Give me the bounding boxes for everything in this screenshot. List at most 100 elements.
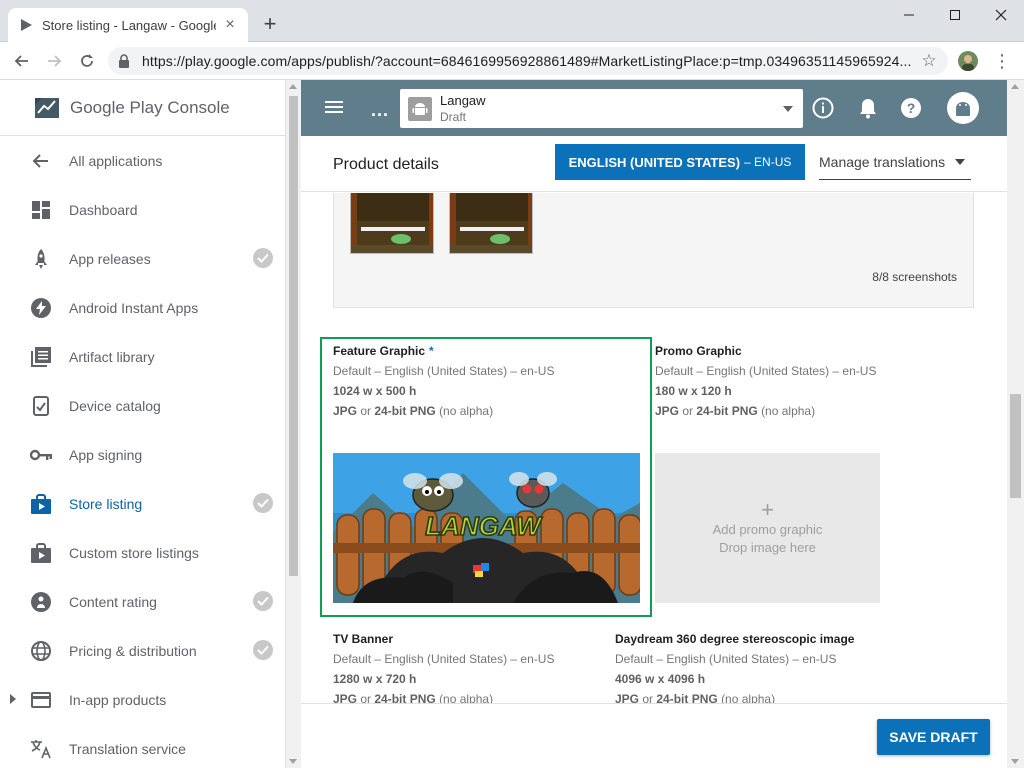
manage-translations-label: Manage translations (819, 153, 946, 170)
breadcrumb-ellipsis[interactable]: ... (371, 100, 389, 121)
minimize-icon[interactable] (886, 0, 932, 30)
custom-store-icon (30, 542, 52, 564)
url-text: https://play.google.com/apps/publish/?ac… (142, 53, 912, 69)
key-icon (30, 444, 52, 466)
maximize-icon[interactable] (932, 0, 978, 30)
sidebar-item-pricing-distribution[interactable]: Pricing & distribution (0, 626, 285, 675)
check-icon (253, 591, 273, 611)
sidebar-item-device-catalog[interactable]: Device catalog (0, 381, 285, 430)
app-bar: ... Langaw Draft ? (301, 80, 1007, 136)
promo-graphic-info: Promo Graphic Default – English (United … (655, 341, 876, 421)
sidebar-item-android-instant-apps[interactable]: Android Instant Apps (0, 283, 285, 332)
sidebar-item-app-releases[interactable]: App releases (0, 234, 285, 283)
screenshot-thumbnail[interactable] (449, 193, 533, 254)
save-draft-button[interactable]: SAVE DRAFT (877, 719, 990, 755)
tv-banner-locale: Default – English (United States) – en-U… (333, 652, 555, 666)
back-icon[interactable] (10, 49, 34, 73)
sidebar-item-label: Device catalog (69, 397, 161, 414)
rating-icon (30, 591, 52, 613)
language-label: ENGLISH (UNITED STATES) (568, 154, 741, 170)
app-selector[interactable]: Langaw Draft (400, 89, 803, 128)
app-status: Draft (440, 109, 467, 124)
feature-graphic-size: 1024 w x 500 h (333, 384, 417, 398)
bolt-icon (30, 297, 52, 319)
rocket-icon (30, 248, 52, 270)
logo-brand: Google Play (70, 97, 163, 117)
account-avatar[interactable] (947, 92, 979, 124)
translate-icon (30, 738, 52, 760)
format-jpg: JPG (333, 404, 358, 418)
help-icon[interactable]: ? (899, 96, 923, 120)
sidebar-item-dashboard[interactable]: Dashboard (0, 185, 285, 234)
browser-menu-icon[interactable]: ⋮ (992, 51, 1012, 71)
format-note: (no alpha) (439, 404, 494, 418)
logo-product: Console (167, 97, 230, 117)
sidebar-scrollbar[interactable] (286, 80, 301, 768)
sidebar-item-content-rating[interactable]: Content rating (0, 577, 285, 626)
promo-graphic-dropzone[interactable]: + Add promo graphic Drop image here (655, 453, 880, 603)
sidebar-scroll-thumb[interactable] (289, 96, 298, 576)
main-scroll-thumb[interactable] (1010, 394, 1021, 498)
menu-icon[interactable] (325, 98, 345, 118)
sidebar-item-store-listing[interactable]: Store listing (0, 479, 285, 528)
feature-graphic-text: LANGAW (425, 511, 543, 541)
sidebar-item-label: Pricing & distribution (69, 642, 197, 659)
promo-drop-line2: Drop image here (719, 540, 816, 555)
sidebar-item-label: Custom store listings (69, 544, 199, 561)
format-png: 24-bit PNG (374, 404, 436, 418)
sidebar-item-app-signing[interactable]: App signing (0, 430, 285, 479)
sidebar-item-in-app-products[interactable]: In-app products (0, 675, 285, 724)
format-note: (no alpha) (439, 692, 494, 703)
page-title: Product details (333, 156, 439, 173)
notifications-bell-icon[interactable] (856, 96, 880, 120)
format-jpg: JPG (333, 692, 358, 703)
footer-bar: SAVE DRAFT (301, 703, 1007, 768)
sidebar-item-custom-store-listings[interactable]: Custom store listings (0, 528, 285, 577)
sidebar-item-label: Translation service (69, 740, 186, 757)
screenshots-panel: 8/8 screenshots (333, 193, 974, 308)
format-jpg: JPG (615, 692, 640, 703)
play-console-logo[interactable]: Google Play Console (0, 80, 285, 136)
card-icon (30, 689, 52, 711)
scroll-up-icon[interactable] (289, 84, 297, 89)
scroll-up-icon[interactable] (1011, 84, 1019, 89)
format-note: (no alpha) (721, 692, 776, 703)
tab-close-icon[interactable]: × (222, 17, 238, 33)
feature-graphic-image[interactable]: LANGAW (333, 453, 640, 603)
expand-arrow-icon[interactable] (10, 694, 16, 704)
bookmark-star-icon[interactable]: ☆ (920, 51, 938, 71)
app-name: Langaw (440, 92, 486, 108)
feature-graphic-title: Feature Graphic (333, 344, 426, 358)
sidebar-item-label: Dashboard (69, 201, 138, 218)
sidebar-item-all-applications[interactable]: All applications (0, 136, 285, 185)
format-or: or (642, 692, 654, 703)
manage-translations-dropdown[interactable]: Manage translations (819, 144, 971, 180)
main-scrollbar[interactable] (1007, 80, 1024, 768)
new-tab-button[interactable]: + (258, 12, 282, 36)
screenshot-thumbnail[interactable] (350, 193, 434, 254)
sidebar-item-translation-service[interactable]: Translation service (0, 724, 285, 768)
scroll-down-icon[interactable] (289, 759, 297, 764)
required-mark: * (429, 344, 434, 358)
tv-banner-title: TV Banner (333, 632, 394, 646)
product-details-header: Product details ENGLISH (UNITED STATES) … (301, 136, 1007, 192)
format-png: 24-bit PNG (374, 692, 436, 703)
close-window-icon[interactable] (978, 0, 1024, 30)
browser-tab[interactable]: Store listing - Langaw - Google P × (8, 8, 248, 42)
sidebar-item-label: Store listing (69, 495, 143, 512)
reload-icon[interactable] (75, 49, 99, 73)
play-console-logo-icon (34, 95, 60, 121)
sidebar-item-artifact-library[interactable]: Artifact library (0, 332, 285, 381)
profile-avatar[interactable] (958, 51, 978, 71)
sidebar: Google Play Console All applications Das… (0, 80, 286, 768)
scroll-down-icon[interactable] (1011, 759, 1019, 764)
svg-text:?: ? (907, 100, 916, 116)
address-bar[interactable]: https://play.google.com/apps/publish/?ac… (108, 47, 948, 75)
forward-icon[interactable] (42, 49, 66, 73)
sidebar-item-label: Artifact library (69, 348, 155, 365)
lock-icon (118, 54, 132, 68)
language-button[interactable]: ENGLISH (UNITED STATES) – EN-US (555, 144, 805, 180)
daydream-size: 4096 w x 4096 h (615, 672, 706, 686)
info-icon[interactable] (811, 96, 835, 120)
format-or: or (360, 404, 372, 418)
